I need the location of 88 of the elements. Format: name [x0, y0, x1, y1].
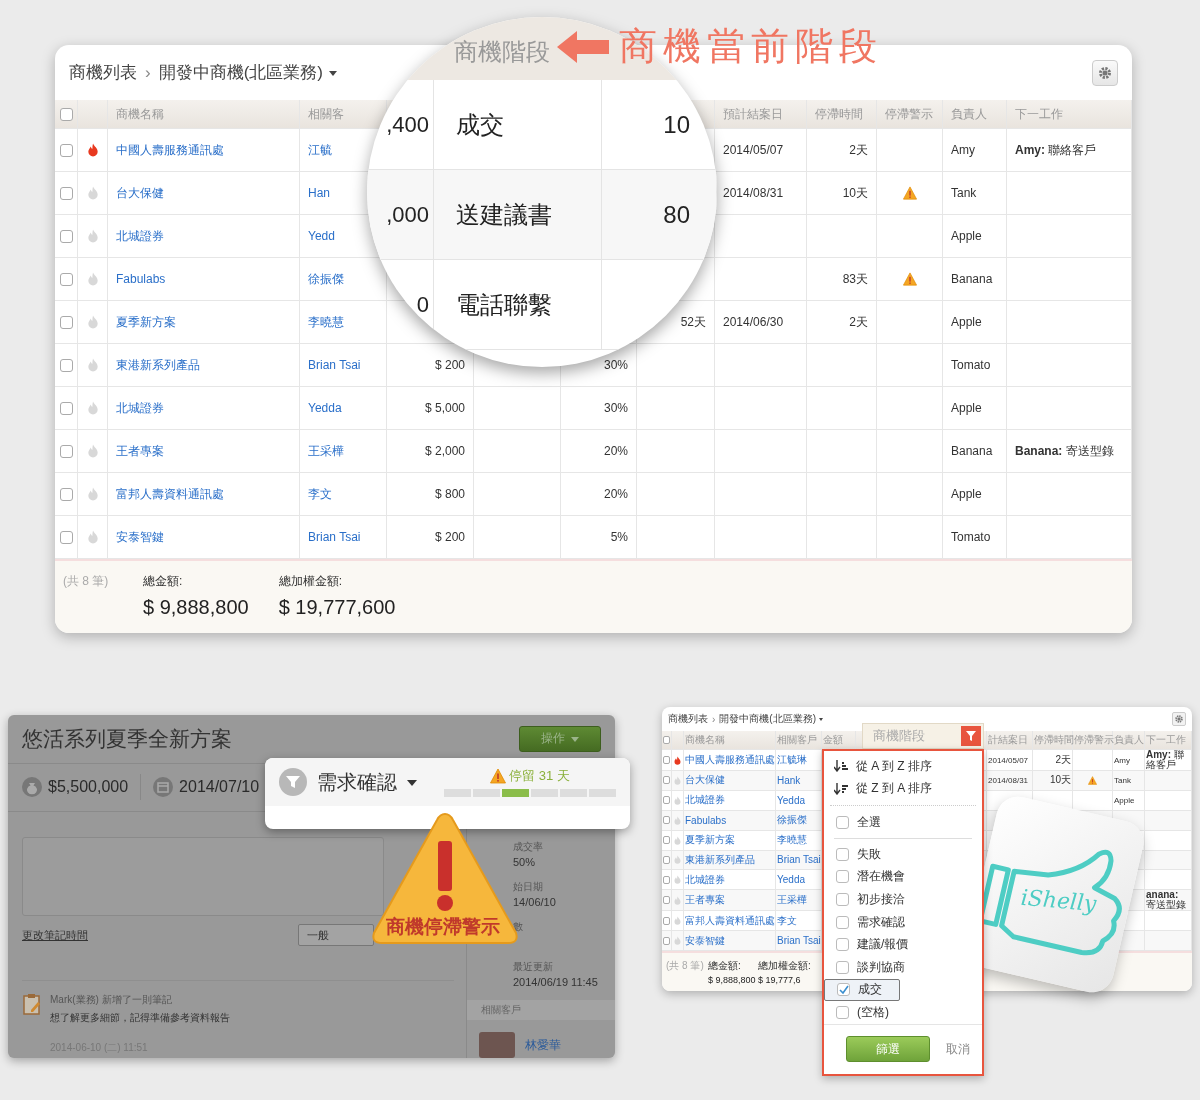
- table-cell: Amy: [951, 143, 975, 157]
- column-header: 停滯警示: [1074, 733, 1114, 747]
- next-task-text: Amy: 聯絡客戶: [1015, 141, 1097, 159]
- table-cell: 83天: [842, 270, 868, 288]
- table-cell: $ 2,000: [424, 444, 465, 458]
- field-value: 2014/06/19 11:45: [513, 976, 599, 988]
- table-cell: Tank: [1114, 775, 1131, 785]
- note-text: 想了解更多細節，記得準備參考資料報告: [50, 1011, 230, 1025]
- table-cell-text: 電話聯繫: [456, 289, 552, 320]
- table-cell: $ 800: [434, 487, 465, 501]
- field-label: 數: [513, 920, 524, 934]
- table-cell: 30%: [603, 358, 628, 372]
- table-cell: Amy: [1114, 755, 1130, 765]
- amount-text: $5,500,000: [48, 778, 129, 797]
- column-header: 下一工作: [1015, 105, 1063, 123]
- table-cell: 2014/08/31: [988, 775, 1029, 785]
- breadcrumb-separator: ›: [712, 713, 716, 725]
- table-cell: Banana: [951, 272, 993, 286]
- next-task-text: Banana: 寄送型錄: [1015, 442, 1114, 460]
- total-amount: $ 9,888,800: [708, 975, 757, 985]
- field-label: 成交率: [513, 840, 544, 854]
- table-cell: Tomato: [951, 358, 991, 372]
- table-cell: 20%: [603, 444, 628, 458]
- column-header: 金額: [823, 733, 843, 747]
- field-label: 最近更新: [513, 960, 554, 974]
- record-count: (共 8 筆): [63, 573, 110, 590]
- date-text: 2014/07/10: [179, 778, 260, 797]
- total-label: 總金額:: [143, 573, 184, 590]
- next-task-text: Amy: 聯絡客戶: [1146, 750, 1185, 770]
- logo-text: iShelly: [1019, 884, 1098, 917]
- table-cell: 5%: [610, 530, 628, 544]
- column-header: 商機名稱: [685, 733, 725, 747]
- table-cell: 10天: [1049, 773, 1071, 788]
- column-header: 停滯時間: [1034, 733, 1074, 747]
- column-header: 負責人: [1114, 733, 1144, 747]
- table-cell: 2014/05/07: [988, 755, 1029, 765]
- table-cell: 0: [416, 291, 429, 318]
- table-cell: $ 5,000: [424, 401, 465, 415]
- breadcrumb-separator: ›: [145, 62, 151, 83]
- field-value: 14/06/10: [513, 896, 557, 908]
- column-header: 商機階段: [873, 727, 925, 745]
- table-cell: ,400: [386, 111, 429, 138]
- table-cell: ,000: [386, 201, 429, 228]
- table-cell: Tank: [951, 186, 977, 200]
- warning-label: 商機停滯警示: [386, 915, 500, 939]
- total-amount: $ 9,888,800: [143, 596, 249, 619]
- table-cell: Apple: [951, 229, 982, 243]
- record-count: (共 8 筆): [666, 959, 705, 973]
- weighted-total-label: 總加權金額:: [278, 573, 343, 590]
- next-task-text: anana: 寄送型錄: [1146, 890, 1187, 911]
- total-label: 總金額:: [708, 959, 742, 973]
- table-cell: 2天: [849, 313, 868, 331]
- table-cell: Apple: [951, 487, 982, 501]
- table-cell: $ 200: [434, 530, 465, 544]
- column-header: 停滯時間: [815, 105, 863, 123]
- table-cell: 2014/06/30: [723, 315, 784, 329]
- table-cell-text: 送建議書: [456, 199, 552, 230]
- weighted-total-label: 總加權金額:: [758, 959, 808, 973]
- stay-duration-text: 停留 31 天: [509, 767, 570, 785]
- table-cell: Apple: [951, 315, 982, 329]
- table-cell: 20%: [603, 487, 628, 501]
- table-cell: 2天: [1055, 753, 1071, 767]
- table-cell: 10天: [842, 184, 868, 202]
- annotation-text: 商機當前階段: [619, 23, 883, 70]
- table-cell: $ 200: [434, 358, 465, 372]
- column-header: 停滯警示: [885, 105, 933, 123]
- column-header: 預計結案日: [723, 105, 783, 123]
- column-header: 相關客戶: [777, 733, 817, 747]
- table-cell: Apple: [1114, 795, 1135, 805]
- weighted-total-amount: $ 19,777,6: [758, 975, 802, 985]
- table-cell: 2014/05/07: [723, 143, 784, 157]
- column-header: 相關客: [308, 105, 344, 123]
- table-cell: Tomato: [951, 530, 991, 544]
- table-cell: 30%: [603, 401, 628, 415]
- column-header: 計結案日: [988, 733, 1028, 747]
- table-cell-text: 成交: [456, 109, 504, 140]
- table-cell: 80: [663, 200, 690, 229]
- column-header: 商機名稱: [116, 105, 164, 123]
- table-cell: 2014/08/31: [723, 186, 784, 200]
- table-cell: Apple: [951, 401, 982, 415]
- table-cell: 10: [663, 110, 690, 139]
- table-cell: Banana: [951, 444, 993, 458]
- column-header: 負責人: [951, 105, 987, 123]
- table-cell: 2天: [849, 141, 868, 159]
- opportunity-title: 悠活系列夏季全新方案: [22, 725, 232, 752]
- field-value: 50%: [513, 856, 537, 868]
- weighted-total-amount: $ 19,777,600: [278, 596, 396, 619]
- table-cell: 52天: [680, 313, 706, 331]
